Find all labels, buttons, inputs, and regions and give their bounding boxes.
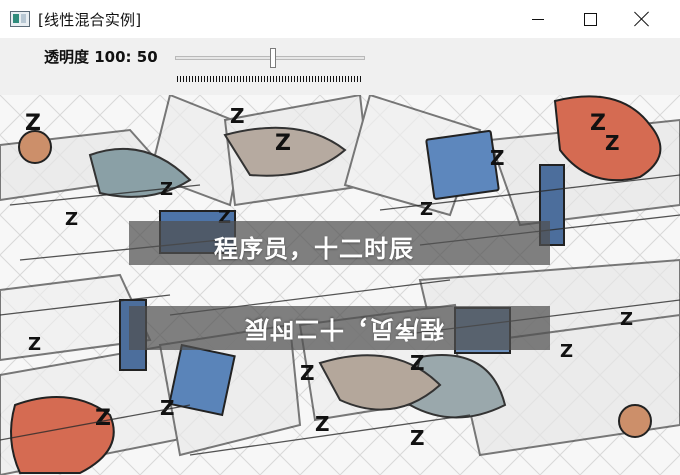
svg-text:Z: Z (230, 104, 245, 128)
title-bar[interactable]: [线性混合实例] (0, 0, 680, 39)
svg-text:Z: Z (65, 209, 78, 230)
app-icon (10, 11, 30, 27)
svg-text:Z: Z (28, 334, 41, 355)
top-caption-banner: 程序员，十二时辰 (129, 221, 550, 265)
svg-text:Z: Z (95, 406, 111, 431)
transparency-slider[interactable] (173, 43, 368, 83)
svg-text:Z: Z (620, 309, 633, 330)
svg-text:Z: Z (605, 131, 620, 155)
svg-text:Z: Z (490, 146, 505, 170)
maximize-icon (583, 12, 597, 26)
maximize-button[interactable] (564, 0, 616, 38)
top-caption-text: 程序员，十二时辰 (214, 235, 414, 263)
svg-text:Z: Z (25, 111, 41, 136)
svg-text:Z: Z (300, 361, 315, 385)
close-icon (634, 11, 650, 27)
svg-text:Z: Z (315, 412, 330, 436)
bottom-caption-text: 程序员，十二时辰 (244, 315, 444, 343)
slider-thumb[interactable] (270, 48, 276, 68)
trackbar-panel: 透明度 100: 50 (0, 38, 680, 95)
svg-text:Z: Z (560, 341, 573, 362)
blend-window: [线性混合实例] 透明度 100: 50 Z Z Z Z Z Z Z Z Z Z… (0, 0, 680, 475)
minimize-button[interactable] (512, 0, 564, 38)
svg-text:Z: Z (410, 426, 425, 450)
svg-text:Z: Z (420, 199, 433, 220)
svg-text:Z: Z (590, 111, 606, 136)
window-title: [线性混合实例] (38, 11, 142, 29)
bottom-caption-banner: 程序员，十二时辰 (129, 306, 550, 350)
svg-text:Z: Z (410, 351, 425, 375)
close-button[interactable] (616, 0, 668, 38)
svg-text:Z: Z (275, 131, 291, 156)
trackbar-label: 透明度 100: 50 (44, 48, 158, 66)
minimize-icon (532, 18, 544, 20)
blended-image: Z Z Z Z Z Z Z Z Z Z Z Z Z Z Z Z Z Z Z 程序… (0, 95, 680, 475)
slider-ticks (177, 76, 363, 82)
office-illustration: Z Z Z Z Z Z Z Z Z Z Z Z Z Z Z Z Z Z Z (0, 95, 680, 475)
